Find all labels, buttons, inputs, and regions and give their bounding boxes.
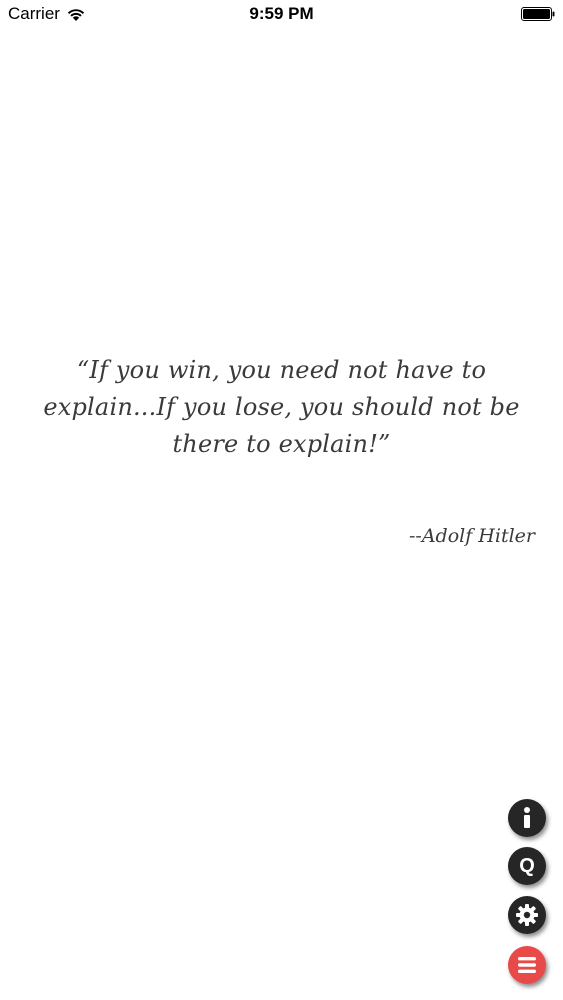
battery-icon — [521, 7, 555, 21]
quote-text: “If you win, you need not have to explai… — [43, 356, 520, 458]
quote-block: “If you win, you need not have to explai… — [24, 352, 539, 463]
status-time: 9:59 PM — [249, 4, 314, 23]
status-bar: Carrier 9:59 PM — [0, 0, 563, 30]
info-button[interactable] — [508, 799, 546, 837]
info-icon — [524, 807, 530, 828]
settings-button[interactable] — [508, 896, 546, 934]
menu-button[interactable] — [508, 946, 546, 984]
gear-icon — [516, 904, 538, 926]
quote-button-label: Q — [519, 854, 535, 877]
quote-author: --Adolf Hitler — [409, 525, 535, 547]
quote-button[interactable]: Q — [508, 847, 546, 885]
menu-icon — [518, 957, 536, 973]
